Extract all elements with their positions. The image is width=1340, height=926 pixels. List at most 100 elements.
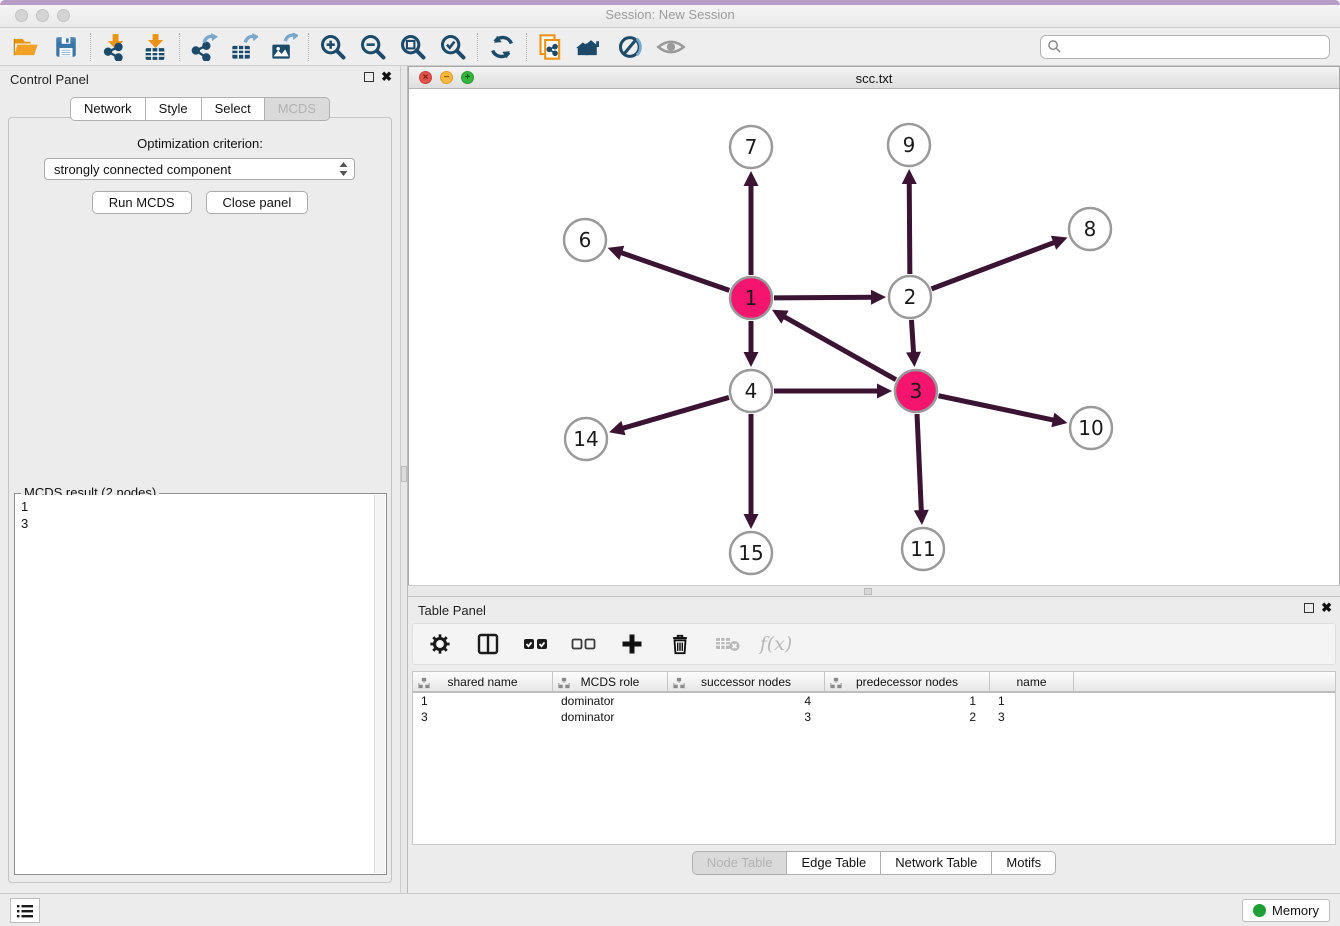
node-table[interactable]: shared nameMCDS rolesuccessor nodes prede… <box>412 671 1336 845</box>
settings-gear-icon[interactable] <box>427 631 453 657</box>
hierarchy-icon <box>830 677 842 689</box>
column-header-name[interactable]: name <box>990 672 1074 691</box>
table-row[interactable]: 1dominator411 <box>413 693 1335 709</box>
zoom-fit-icon[interactable] <box>393 30 433 64</box>
divider-grip[interactable] <box>401 466 407 482</box>
result-scrollbar[interactable] <box>374 495 385 873</box>
graph-edge-4-14[interactable] <box>621 397 729 429</box>
deselect-all-rows-icon[interactable] <box>571 631 597 657</box>
network-graph[interactable]: 7968124314101511 <box>409 89 1339 585</box>
first-neighbors-icon[interactable] <box>571 30 611 64</box>
table-header-row: shared nameMCDS rolesuccessor nodes prede… <box>413 672 1335 693</box>
close-panel-icon[interactable]: ✖ <box>1321 603 1332 613</box>
zoom-selected-icon[interactable] <box>433 30 473 64</box>
graph-node-label: 6 <box>579 228 592 252</box>
graph-edge-2-3[interactable] <box>911 320 913 355</box>
refresh-icon[interactable] <box>482 30 522 64</box>
vertical-split-divider[interactable] <box>400 66 408 893</box>
graph-node-label: 1 <box>745 286 758 310</box>
column-label: predecessor nodes <box>856 675 958 689</box>
function-builder-icon[interactable]: f(x) <box>763 631 789 657</box>
search-field[interactable] <box>1040 35 1330 59</box>
graph-arrowhead <box>871 290 886 305</box>
table-cell[interactable]: 1 <box>825 693 990 709</box>
run-mcds-button[interactable]: Run MCDS <box>92 191 192 214</box>
table-cell[interactable]: 2 <box>825 709 990 725</box>
graph-arrowhead <box>877 384 892 399</box>
horizontal-split-divider[interactable] <box>408 585 1340 597</box>
control-panel: Control Panel ✖ Network Style Select MCD… <box>0 66 400 893</box>
task-history-button[interactable] <box>10 898 40 923</box>
table-cell[interactable]: 1 <box>990 693 1074 709</box>
column-header-predecessor-nodes[interactable]: predecessor nodes <box>825 672 990 691</box>
add-column-icon[interactable] <box>619 631 645 657</box>
graph-edge-2-8[interactable] <box>932 242 1057 289</box>
table-row[interactable]: 3dominator323 <box>413 709 1335 725</box>
titlebar-accent <box>0 0 1340 5</box>
tab-network-table[interactable]: Network Table <box>880 851 991 875</box>
mcds-result-list[interactable]: 13 <box>16 495 374 873</box>
close-panel-button[interactable]: Close panel <box>206 191 309 214</box>
column-header-shared-name[interactable]: shared name <box>413 672 553 691</box>
table-tabs: Node Table Edge Table Network Table Moti… <box>408 851 1340 875</box>
tab-mcds[interactable]: MCDS <box>264 97 330 121</box>
divider-grip[interactable] <box>864 588 872 595</box>
table-cell[interactable]: 3 <box>668 709 825 725</box>
table-cell[interactable]: dominator <box>553 709 668 725</box>
hierarchy-icon <box>418 677 430 689</box>
graph-arrowhead <box>744 514 759 529</box>
float-panel-icon[interactable] <box>1304 603 1314 613</box>
tab-motifs[interactable]: Motifs <box>991 851 1056 875</box>
table-cell[interactable]: 4 <box>668 693 825 709</box>
network-window-titlebar[interactable]: × − + scc.txt <box>409 67 1339 89</box>
toolbar-separator <box>308 33 309 61</box>
export-table-icon[interactable] <box>224 30 264 64</box>
toggle-panel-columns-icon[interactable] <box>475 631 501 657</box>
graph-edge-3-10[interactable] <box>939 396 1056 421</box>
save-session-icon[interactable] <box>46 30 86 64</box>
graph-edge-1-2[interactable] <box>774 297 874 298</box>
table-cell[interactable]: 1 <box>413 693 553 709</box>
import-network-icon[interactable] <box>95 30 135 64</box>
delete-table-icon[interactable] <box>715 631 741 657</box>
graph-edge-2-9[interactable] <box>909 181 910 274</box>
graph-node-label: 4 <box>745 379 758 403</box>
tab-edge-table[interactable]: Edge Table <box>786 851 880 875</box>
graph-node-label: 3 <box>910 379 923 403</box>
window-title: Session: New Session <box>0 7 1340 22</box>
table-cell[interactable]: 3 <box>413 709 553 725</box>
search-input[interactable] <box>1066 39 1323 54</box>
show-details-icon[interactable] <box>651 30 691 64</box>
control-panel-tabs: Network Style Select MCDS <box>0 97 400 121</box>
tab-network[interactable]: Network <box>70 97 145 121</box>
tab-style[interactable]: Style <box>145 97 201 121</box>
zoom-out-icon[interactable] <box>353 30 393 64</box>
tab-node-table[interactable]: Node Table <box>692 851 787 875</box>
graph-node-label: 10 <box>1078 416 1103 440</box>
column-header-successor-nodes[interactable]: successor nodes <box>668 672 825 691</box>
network-file-icon[interactable] <box>531 30 571 64</box>
network-view-window: × − + scc.txt 7968124314101511 <box>408 66 1340 585</box>
float-panel-icon[interactable] <box>364 72 374 82</box>
column-header-MCDS-role[interactable]: MCDS role <box>553 672 668 691</box>
hide-details-icon[interactable] <box>611 30 651 64</box>
open-session-icon[interactable] <box>6 30 46 64</box>
select-all-rows-icon[interactable] <box>523 631 549 657</box>
network-canvas[interactable]: 7968124314101511 <box>409 89 1339 585</box>
criterion-select[interactable]: strongly connected component <box>44 158 355 180</box>
graph-edge-1-6[interactable] <box>619 252 729 291</box>
close-panel-icon[interactable]: ✖ <box>381 72 392 82</box>
graph-node-label: 7 <box>745 135 758 159</box>
import-table-icon[interactable] <box>135 30 175 64</box>
export-network-icon[interactable] <box>184 30 224 64</box>
delete-column-icon[interactable] <box>667 631 693 657</box>
export-image-icon[interactable] <box>264 30 304 64</box>
table-cell[interactable]: 3 <box>990 709 1074 725</box>
zoom-in-icon[interactable] <box>313 30 353 64</box>
table-panel: Table Panel ✖ <box>408 597 1340 893</box>
tab-select[interactable]: Select <box>201 97 264 121</box>
table-cell[interactable]: dominator <box>553 693 668 709</box>
graph-edge-3-1[interactable] <box>782 316 896 380</box>
graph-edge-3-11[interactable] <box>917 414 921 513</box>
memory-button[interactable]: Memory <box>1242 899 1330 922</box>
